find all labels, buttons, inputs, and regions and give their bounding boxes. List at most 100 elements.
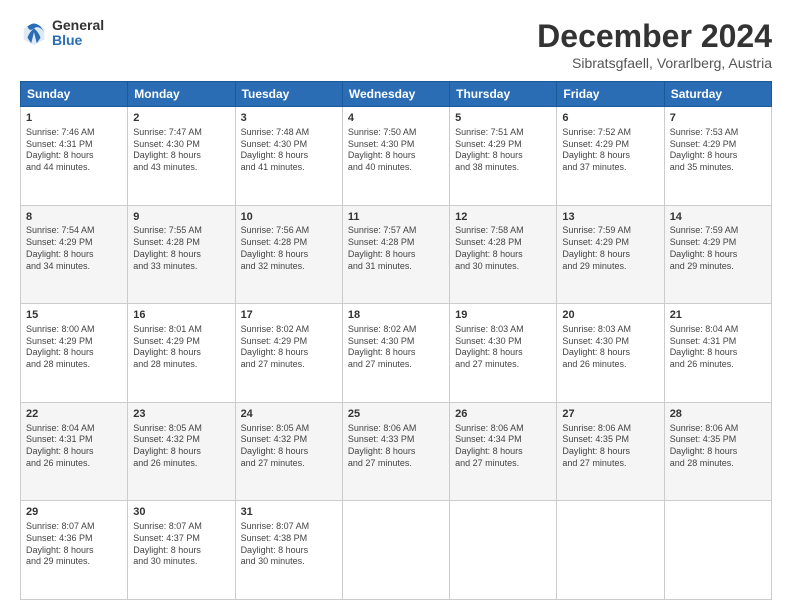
day-info: Sunrise: 8:01 AM Sunset: 4:29 PM Dayligh… <box>133 324 229 371</box>
header-thursday: Thursday <box>450 82 557 107</box>
week-row-5: 29Sunrise: 8:07 AM Sunset: 4:36 PM Dayli… <box>21 501 772 600</box>
day-cell: 2Sunrise: 7:47 AM Sunset: 4:30 PM Daylig… <box>128 107 235 206</box>
day-cell: 24Sunrise: 8:05 AM Sunset: 4:32 PM Dayli… <box>235 402 342 501</box>
day-info: Sunrise: 7:59 AM Sunset: 4:29 PM Dayligh… <box>562 225 658 272</box>
day-number: 26 <box>455 407 551 422</box>
day-number: 2 <box>133 111 229 126</box>
day-info: Sunrise: 7:58 AM Sunset: 4:28 PM Dayligh… <box>455 225 551 272</box>
day-info: Sunrise: 7:55 AM Sunset: 4:28 PM Dayligh… <box>133 225 229 272</box>
day-info: Sunrise: 7:56 AM Sunset: 4:28 PM Dayligh… <box>241 225 337 272</box>
day-info: Sunrise: 8:03 AM Sunset: 4:30 PM Dayligh… <box>562 324 658 371</box>
day-cell: 28Sunrise: 8:06 AM Sunset: 4:35 PM Dayli… <box>664 402 771 501</box>
day-cell <box>557 501 664 600</box>
day-info: Sunrise: 7:54 AM Sunset: 4:29 PM Dayligh… <box>26 225 122 272</box>
day-number: 17 <box>241 308 337 323</box>
calendar-body: 1Sunrise: 7:46 AM Sunset: 4:31 PM Daylig… <box>21 107 772 600</box>
day-number: 22 <box>26 407 122 422</box>
day-cell: 25Sunrise: 8:06 AM Sunset: 4:33 PM Dayli… <box>342 402 449 501</box>
day-cell: 26Sunrise: 8:06 AM Sunset: 4:34 PM Dayli… <box>450 402 557 501</box>
logo-icon <box>20 19 48 47</box>
day-cell: 23Sunrise: 8:05 AM Sunset: 4:32 PM Dayli… <box>128 402 235 501</box>
day-number: 18 <box>348 308 444 323</box>
day-info: Sunrise: 7:57 AM Sunset: 4:28 PM Dayligh… <box>348 225 444 272</box>
day-number: 24 <box>241 407 337 422</box>
header: General Blue December 2024 Sibratsgfaell… <box>20 18 772 71</box>
day-number: 16 <box>133 308 229 323</box>
logo-blue-text: Blue <box>52 33 104 48</box>
logo-general-text: General <box>52 18 104 33</box>
day-number: 6 <box>562 111 658 126</box>
day-number: 29 <box>26 505 122 520</box>
header-friday: Friday <box>557 82 664 107</box>
day-info: Sunrise: 7:59 AM Sunset: 4:29 PM Dayligh… <box>670 225 766 272</box>
week-row-1: 1Sunrise: 7:46 AM Sunset: 4:31 PM Daylig… <box>21 107 772 206</box>
day-cell: 16Sunrise: 8:01 AM Sunset: 4:29 PM Dayli… <box>128 304 235 403</box>
day-number: 27 <box>562 407 658 422</box>
day-info: Sunrise: 8:00 AM Sunset: 4:29 PM Dayligh… <box>26 324 122 371</box>
logo: General Blue <box>20 18 104 49</box>
week-row-4: 22Sunrise: 8:04 AM Sunset: 4:31 PM Dayli… <box>21 402 772 501</box>
page: General Blue December 2024 Sibratsgfaell… <box>0 0 792 612</box>
day-cell: 10Sunrise: 7:56 AM Sunset: 4:28 PM Dayli… <box>235 205 342 304</box>
day-info: Sunrise: 7:47 AM Sunset: 4:30 PM Dayligh… <box>133 127 229 174</box>
calendar-title: December 2024 <box>537 18 772 55</box>
day-cell <box>450 501 557 600</box>
logo-text: General Blue <box>52 18 104 49</box>
day-info: Sunrise: 8:03 AM Sunset: 4:30 PM Dayligh… <box>455 324 551 371</box>
day-info: Sunrise: 8:05 AM Sunset: 4:32 PM Dayligh… <box>133 423 229 470</box>
title-block: December 2024 Sibratsgfaell, Vorarlberg,… <box>537 18 772 71</box>
day-cell: 7Sunrise: 7:53 AM Sunset: 4:29 PM Daylig… <box>664 107 771 206</box>
day-number: 20 <box>562 308 658 323</box>
day-info: Sunrise: 8:07 AM Sunset: 4:36 PM Dayligh… <box>26 521 122 568</box>
day-number: 23 <box>133 407 229 422</box>
day-cell: 20Sunrise: 8:03 AM Sunset: 4:30 PM Dayli… <box>557 304 664 403</box>
day-cell: 3Sunrise: 7:48 AM Sunset: 4:30 PM Daylig… <box>235 107 342 206</box>
day-cell: 22Sunrise: 8:04 AM Sunset: 4:31 PM Dayli… <box>21 402 128 501</box>
calendar-table: SundayMondayTuesdayWednesdayThursdayFrid… <box>20 81 772 600</box>
header-monday: Monday <box>128 82 235 107</box>
calendar-header: SundayMondayTuesdayWednesdayThursdayFrid… <box>21 82 772 107</box>
day-info: Sunrise: 7:51 AM Sunset: 4:29 PM Dayligh… <box>455 127 551 174</box>
day-cell: 6Sunrise: 7:52 AM Sunset: 4:29 PM Daylig… <box>557 107 664 206</box>
day-info: Sunrise: 8:06 AM Sunset: 4:33 PM Dayligh… <box>348 423 444 470</box>
day-cell: 19Sunrise: 8:03 AM Sunset: 4:30 PM Dayli… <box>450 304 557 403</box>
day-cell: 9Sunrise: 7:55 AM Sunset: 4:28 PM Daylig… <box>128 205 235 304</box>
day-number: 12 <box>455 210 551 225</box>
day-cell <box>664 501 771 600</box>
day-number: 8 <box>26 210 122 225</box>
day-info: Sunrise: 8:04 AM Sunset: 4:31 PM Dayligh… <box>670 324 766 371</box>
day-cell: 14Sunrise: 7:59 AM Sunset: 4:29 PM Dayli… <box>664 205 771 304</box>
day-cell: 5Sunrise: 7:51 AM Sunset: 4:29 PM Daylig… <box>450 107 557 206</box>
day-cell: 18Sunrise: 8:02 AM Sunset: 4:30 PM Dayli… <box>342 304 449 403</box>
day-number: 31 <box>241 505 337 520</box>
day-cell: 1Sunrise: 7:46 AM Sunset: 4:31 PM Daylig… <box>21 107 128 206</box>
week-row-3: 15Sunrise: 8:00 AM Sunset: 4:29 PM Dayli… <box>21 304 772 403</box>
day-info: Sunrise: 7:52 AM Sunset: 4:29 PM Dayligh… <box>562 127 658 174</box>
day-cell: 30Sunrise: 8:07 AM Sunset: 4:37 PM Dayli… <box>128 501 235 600</box>
day-info: Sunrise: 8:02 AM Sunset: 4:30 PM Dayligh… <box>348 324 444 371</box>
day-cell: 21Sunrise: 8:04 AM Sunset: 4:31 PM Dayli… <box>664 304 771 403</box>
day-number: 30 <box>133 505 229 520</box>
calendar-subtitle: Sibratsgfaell, Vorarlberg, Austria <box>537 55 772 71</box>
header-wednesday: Wednesday <box>342 82 449 107</box>
header-tuesday: Tuesday <box>235 82 342 107</box>
day-number: 1 <box>26 111 122 126</box>
header-row: SundayMondayTuesdayWednesdayThursdayFrid… <box>21 82 772 107</box>
day-number: 4 <box>348 111 444 126</box>
day-number: 19 <box>455 308 551 323</box>
day-info: Sunrise: 8:05 AM Sunset: 4:32 PM Dayligh… <box>241 423 337 470</box>
day-cell: 29Sunrise: 8:07 AM Sunset: 4:36 PM Dayli… <box>21 501 128 600</box>
day-info: Sunrise: 7:53 AM Sunset: 4:29 PM Dayligh… <box>670 127 766 174</box>
day-info: Sunrise: 8:06 AM Sunset: 4:34 PM Dayligh… <box>455 423 551 470</box>
day-number: 21 <box>670 308 766 323</box>
day-cell: 31Sunrise: 8:07 AM Sunset: 4:38 PM Dayli… <box>235 501 342 600</box>
day-number: 7 <box>670 111 766 126</box>
day-number: 14 <box>670 210 766 225</box>
day-info: Sunrise: 7:48 AM Sunset: 4:30 PM Dayligh… <box>241 127 337 174</box>
day-info: Sunrise: 8:07 AM Sunset: 4:37 PM Dayligh… <box>133 521 229 568</box>
day-number: 28 <box>670 407 766 422</box>
day-number: 3 <box>241 111 337 126</box>
day-cell: 11Sunrise: 7:57 AM Sunset: 4:28 PM Dayli… <box>342 205 449 304</box>
day-cell: 15Sunrise: 8:00 AM Sunset: 4:29 PM Dayli… <box>21 304 128 403</box>
day-number: 15 <box>26 308 122 323</box>
